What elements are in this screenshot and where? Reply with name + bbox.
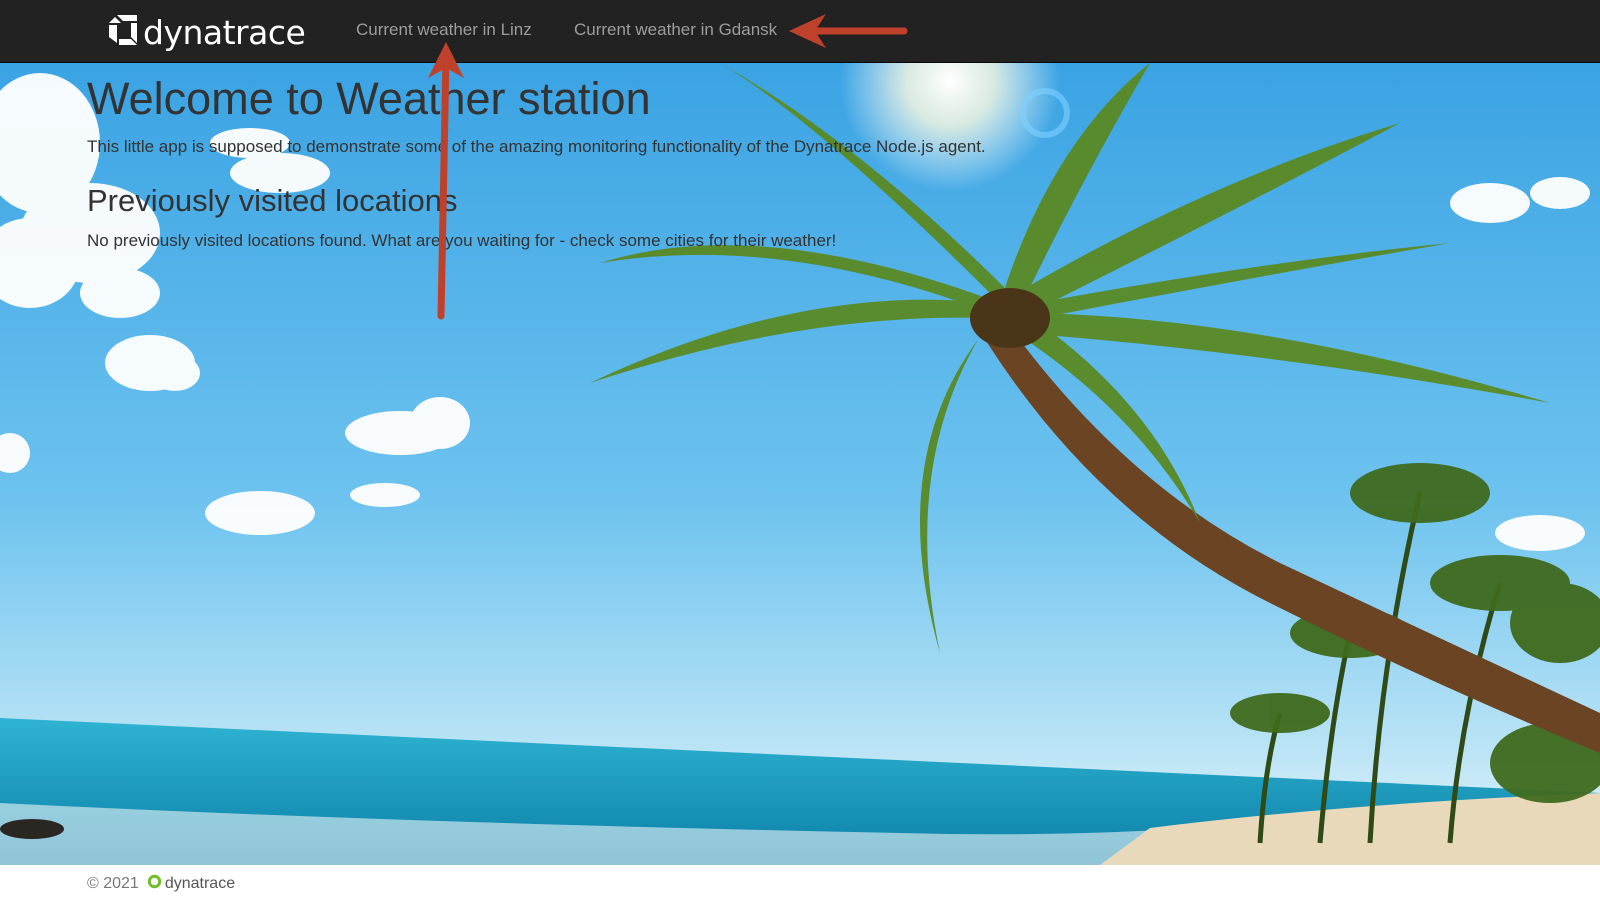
brand-name: dynatrace [143, 12, 306, 52]
history-empty-message: No previously visited locations found. W… [87, 231, 837, 250]
nav-link-gdansk[interactable]: Current weather in Gdansk [574, 20, 777, 40]
dynatrace-ring-icon [147, 874, 162, 894]
intro-text: This little app is supposed to demonstra… [87, 137, 986, 156]
footer-logo-text: dynatrace [164, 875, 236, 892]
history-heading: Previously visited locations [87, 183, 458, 218]
footer-logo: dynatrace [147, 874, 235, 894]
dynatrace-logo-icon [107, 13, 139, 52]
brand-link[interactable]: dynatrace [107, 11, 306, 53]
footer: © 2021 dynatrace [0, 865, 1600, 900]
copyright-text: © 2021 [87, 875, 139, 892]
nav-link-linz[interactable]: Current weather in Linz [356, 20, 532, 40]
top-navbar: dynatrace Current weather in Linz Curren… [0, 0, 1600, 63]
page-title: Welcome to Weather station [87, 73, 651, 124]
